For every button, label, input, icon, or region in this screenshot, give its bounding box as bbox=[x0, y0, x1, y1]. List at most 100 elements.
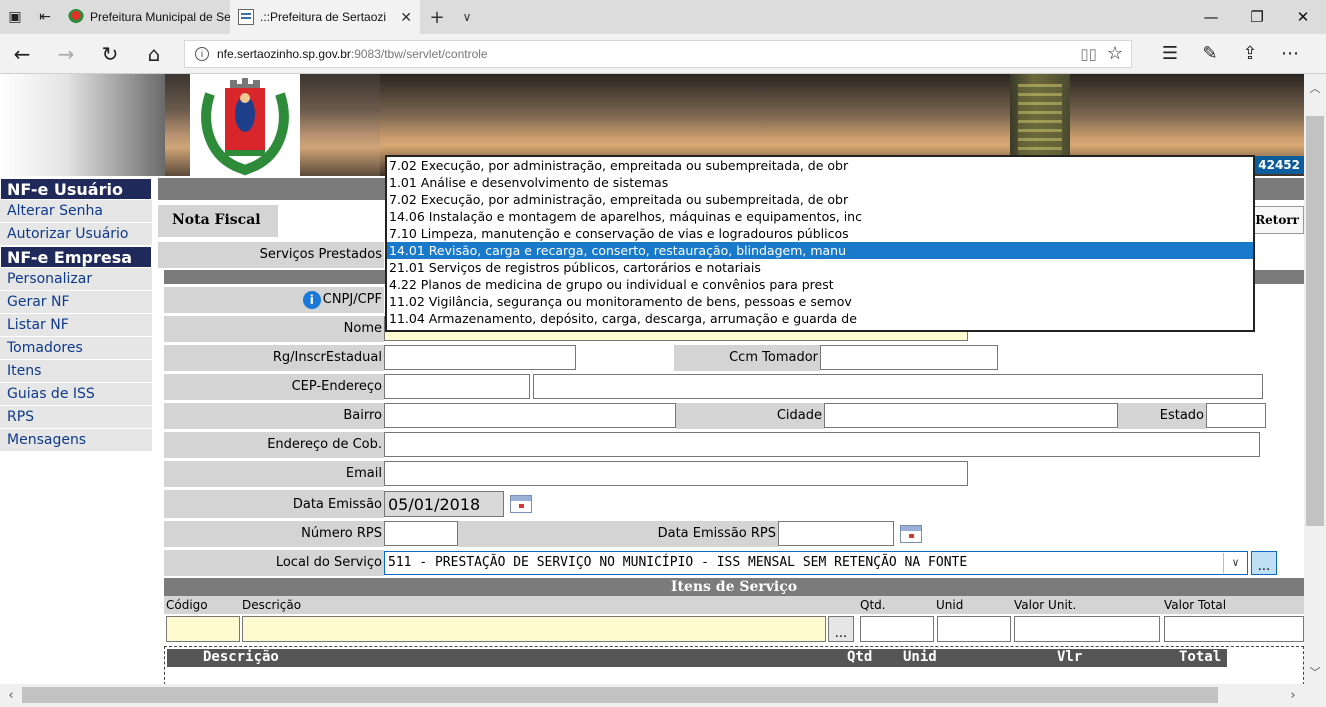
ccm-input[interactable] bbox=[820, 345, 998, 370]
sidebar: NF-e Usuário Alterar Senha Autorizar Usu… bbox=[0, 178, 152, 452]
favorites-hub-icon[interactable]: ☰ bbox=[1150, 34, 1190, 74]
list-col-vlr: Vlr bbox=[1057, 649, 1083, 665]
servico-option[interactable]: 7.10 Limpeza, manutenção e conservação d… bbox=[387, 225, 1253, 242]
retornar-label: Retorr bbox=[1255, 213, 1299, 227]
servico-option[interactable]: 7.02 Execução, por administração, emprei… bbox=[387, 191, 1253, 208]
servico-option[interactable]: 1.01 Análise e desenvolvimento de sistem… bbox=[387, 174, 1253, 191]
reading-view-icon[interactable]: ▯▯ bbox=[1080, 45, 1097, 63]
cidade-label: Cidade bbox=[676, 402, 824, 429]
close-tab-icon[interactable]: ✕ bbox=[400, 9, 412, 26]
calendar-icon[interactable] bbox=[510, 495, 532, 513]
site-info-icon[interactable]: i bbox=[195, 46, 209, 61]
unid-input[interactable] bbox=[937, 616, 1011, 642]
numero-rps-input[interactable] bbox=[384, 521, 458, 546]
sidebar-item-tomadores[interactable]: Tomadores bbox=[0, 337, 152, 360]
info-icon[interactable]: i bbox=[302, 290, 321, 309]
data-emissao-input[interactable]: 05/01/2018 bbox=[384, 491, 504, 517]
scroll-up-icon[interactable]: ︿ bbox=[1304, 78, 1326, 98]
codigo-input[interactable] bbox=[166, 616, 240, 642]
cep-input[interactable] bbox=[384, 374, 530, 399]
local-servico-select[interactable]: 511 - PRESTAÇÃO DE SERVIÇO NO MUNICÍPIO … bbox=[384, 550, 1248, 575]
row-email: Email bbox=[164, 460, 968, 487]
descricao-input[interactable] bbox=[242, 616, 826, 642]
endcob-label: Endereço de Cob. bbox=[164, 431, 384, 458]
servico-option-selected[interactable]: 14.01 Revisão, carga e recarga, conserto… bbox=[387, 242, 1253, 259]
valor-unit-input[interactable] bbox=[1014, 616, 1160, 642]
cnpj-label: CNPJ/CPF bbox=[322, 292, 382, 307]
numero-rps-label: Número RPS bbox=[164, 520, 384, 547]
sidebar-item-guias-iss[interactable]: Guias de ISS bbox=[0, 383, 152, 406]
data-emissao-rps-input[interactable] bbox=[778, 521, 894, 546]
tab-title: Prefeitura Municipal de Sert bbox=[90, 10, 230, 24]
servicos-dropdown-list[interactable]: 7.02 Execução, por administração, emprei… bbox=[385, 155, 1255, 332]
servico-option[interactable]: 11.02 Vigilância, segurança ou monitoram… bbox=[387, 293, 1253, 310]
browser-tab-prefeitura[interactable]: Prefeitura Municipal de Sert bbox=[60, 0, 230, 34]
address-toolbar: ← → ↻ ⌂ i nfe.sertaozinho.sp.gov.br :908… bbox=[0, 34, 1326, 74]
sidebar-item-mensagens[interactable]: Mensagens bbox=[0, 429, 152, 452]
sidebar-item-autorizar-usuario[interactable]: Autorizar Usuário bbox=[0, 223, 152, 246]
servico-option[interactable]: 4.22 Planos de medicina de grupo ou indi… bbox=[387, 276, 1253, 293]
local-servico-lookup-button[interactable]: ... bbox=[1251, 550, 1277, 575]
list-col-total: Total bbox=[1179, 649, 1222, 665]
valor-total-input[interactable] bbox=[1164, 616, 1304, 642]
tab-nota-fiscal[interactable]: Nota Fiscal bbox=[158, 205, 278, 237]
servico-option[interactable]: 7.02 Execução, por administração, emprei… bbox=[387, 157, 1253, 174]
browser-tab-nfe[interactable]: .::Prefeitura de Sertaozi ✕ bbox=[230, 0, 420, 34]
new-tab-button[interactable]: + bbox=[420, 0, 454, 34]
servico-option[interactable]: 21.01 Serviços de registros públicos, ca… bbox=[387, 259, 1253, 276]
scroll-left-icon[interactable]: ‹ bbox=[0, 684, 22, 707]
browser-actions: ☰ ✎ ⇪ ⋯ bbox=[1150, 34, 1310, 74]
set-aside-tabs-icon[interactable]: ⇤ bbox=[30, 0, 60, 34]
sidebar-item-personalizar[interactable]: Personalizar bbox=[0, 268, 152, 291]
email-input[interactable] bbox=[384, 461, 968, 486]
sidebar-item-itens[interactable]: Itens bbox=[0, 360, 152, 383]
servico-option[interactable]: 11.04 Armazenamento, depósito, carga, de… bbox=[387, 310, 1253, 327]
more-menu-icon[interactable]: ⋯ bbox=[1270, 34, 1310, 74]
share-icon[interactable]: ⇪ bbox=[1230, 34, 1270, 74]
qtd-input[interactable] bbox=[860, 616, 934, 642]
minimize-icon[interactable]: — bbox=[1188, 0, 1234, 34]
sidebar-item-gerar-nf[interactable]: Gerar NF bbox=[0, 291, 152, 314]
sidebar-item-alterar-senha[interactable]: Alterar Senha bbox=[0, 200, 152, 223]
calendar-rps-icon[interactable] bbox=[900, 524, 922, 543]
descricao-lookup-button[interactable]: ... bbox=[828, 616, 854, 642]
restore-icon[interactable]: ❐ bbox=[1234, 0, 1280, 34]
row-rg: Rg/InscrEstadual Ccm Tomador bbox=[164, 344, 998, 371]
endcob-input[interactable] bbox=[384, 432, 1260, 457]
sidebar-item-listar-nf[interactable]: Listar NF bbox=[0, 314, 152, 337]
close-window-icon[interactable]: ✕ bbox=[1280, 0, 1326, 34]
forward-icon[interactable]: → bbox=[44, 34, 88, 74]
chevron-down-icon[interactable]: ∨ bbox=[1223, 552, 1247, 573]
endereco-input[interactable] bbox=[533, 374, 1263, 399]
back-icon[interactable]: ← bbox=[0, 34, 44, 74]
tab-actions-icon[interactable]: ▣ bbox=[0, 0, 30, 34]
cidade-input[interactable] bbox=[824, 403, 1118, 428]
cep-label: CEP-Endereço bbox=[164, 373, 384, 400]
scroll-corner bbox=[1304, 684, 1326, 707]
horizontal-scroll-thumb[interactable] bbox=[22, 687, 1218, 703]
local-servico-value: 511 - PRESTAÇÃO DE SERVIÇO NO MUNICÍPIO … bbox=[388, 555, 968, 570]
sidebar-item-rps[interactable]: RPS bbox=[0, 406, 152, 429]
tab-list-button[interactable]: ∨ bbox=[454, 0, 480, 34]
vertical-scroll-thumb[interactable] bbox=[1306, 116, 1324, 526]
servico-option[interactable]: 14.06 Instalação e montagem de aparelhos… bbox=[387, 208, 1253, 225]
brasao-logo bbox=[190, 74, 300, 176]
rg-input[interactable] bbox=[384, 345, 576, 370]
bairro-input[interactable] bbox=[384, 403, 676, 428]
horizontal-scrollbar[interactable]: ‹ › bbox=[0, 684, 1304, 707]
vertical-scrollbar[interactable]: ︿ ﹀ bbox=[1304, 74, 1326, 684]
scroll-down-icon[interactable]: ﹀ bbox=[1304, 662, 1326, 682]
local-servico-label: Local do Serviço bbox=[164, 549, 384, 576]
home-icon[interactable]: ⌂ bbox=[132, 34, 176, 74]
refresh-icon[interactable]: ↻ bbox=[88, 34, 132, 74]
favorite-star-icon[interactable]: ☆ bbox=[1107, 43, 1123, 64]
row-cep: CEP-Endereço bbox=[164, 373, 1263, 400]
brasao-favicon-icon bbox=[68, 9, 84, 25]
scroll-right-icon[interactable]: › bbox=[1282, 684, 1304, 707]
estado-input[interactable] bbox=[1206, 403, 1266, 428]
itens-list: Descrição Qtd Unid Vlr Total bbox=[164, 646, 1304, 684]
col-descricao: Descrição bbox=[242, 598, 302, 612]
web-note-icon[interactable]: ✎ bbox=[1190, 34, 1230, 74]
address-bar[interactable]: i nfe.sertaozinho.sp.gov.br :9083/tbw/se… bbox=[184, 39, 1132, 68]
window-controls: — ❐ ✕ bbox=[1188, 0, 1326, 34]
